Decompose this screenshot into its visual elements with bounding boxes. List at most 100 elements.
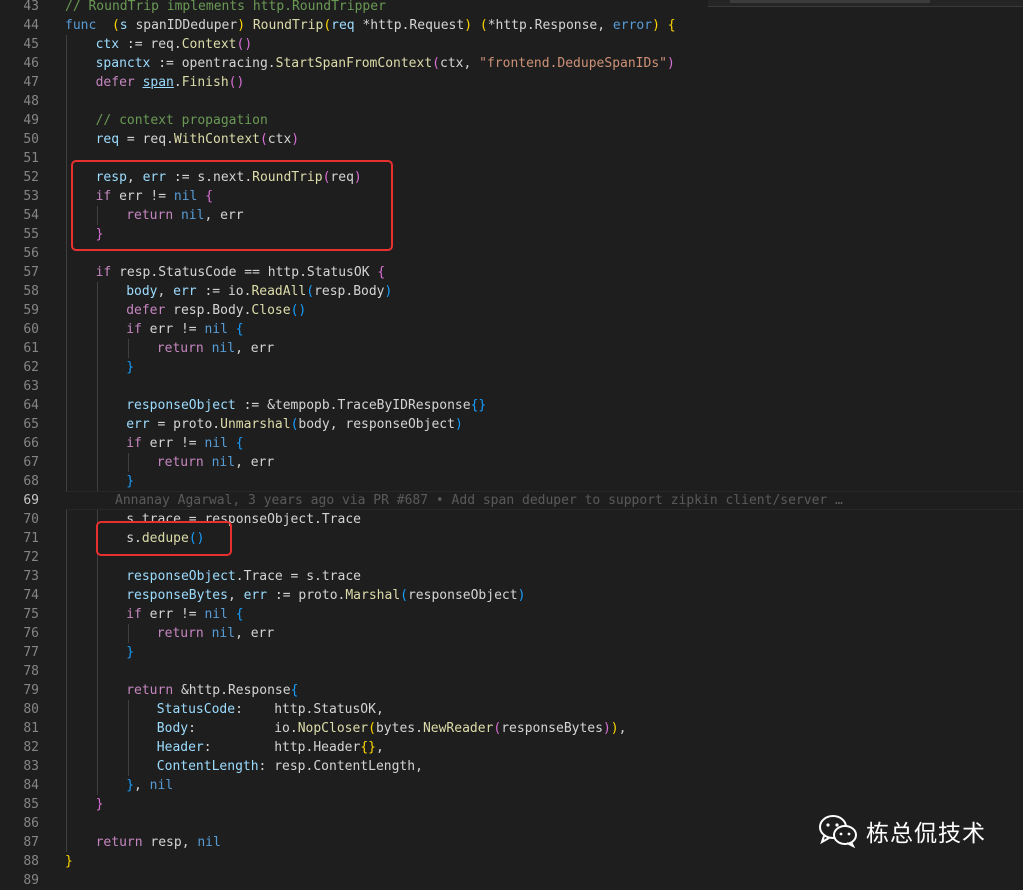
code-line[interactable]: 76 return nil, err xyxy=(0,624,1023,643)
code-line[interactable]: 45 ctx := req.Context() xyxy=(0,35,1023,54)
wechat-icon xyxy=(819,815,857,848)
line-number: 46 xyxy=(23,56,39,71)
code-line[interactable]: 67 return nil, err xyxy=(0,453,1023,472)
code-line[interactable]: 49 // context propagation xyxy=(0,111,1023,130)
line-number: 60 xyxy=(23,322,39,337)
code-line[interactable]: 83 ContentLength: resp.ContentLength, xyxy=(0,757,1023,776)
code-token: { xyxy=(235,607,244,622)
code-token: . xyxy=(173,75,182,90)
code-line[interactable]: 46 spanctx := opentracing.StartSpanFromCo… xyxy=(0,54,1023,73)
code-line[interactable]: 50 req = req.WithContext(ctx) xyxy=(0,130,1023,149)
code-token: nil xyxy=(211,455,236,470)
code-line[interactable]: 62} xyxy=(0,358,1023,377)
code-token: : io. xyxy=(188,721,298,736)
code-text: responseBytes, err := proto.Marshal(resp… xyxy=(126,586,525,605)
indent-guide xyxy=(66,510,67,529)
code-line[interactable]: 81 Body: io.NopCloser(bytes.NewReader(res… xyxy=(0,719,1023,738)
code-line[interactable]: 61 return nil, err xyxy=(0,339,1023,358)
code-token: } xyxy=(126,360,135,375)
indent-guide xyxy=(66,719,67,738)
code-line[interactable]: 43 // RoundTrip implements http.RoundTrip… xyxy=(0,0,1023,16)
line-number: 89 xyxy=(23,873,39,888)
code-line[interactable]: 65 err = proto.Unmarshal(body, responseOb… xyxy=(0,415,1023,434)
indent-guide xyxy=(66,681,67,700)
code-line[interactable]: 73 responseObject.Trace = s.trace xyxy=(0,567,1023,586)
code-line[interactable]: 66 if err != nil { xyxy=(0,434,1023,453)
code-line[interactable]: 79 return &http.Response{ xyxy=(0,681,1023,700)
code-token: , xyxy=(227,588,244,603)
indent-guide xyxy=(66,339,67,358)
code-text: body, err := io.ReadAll(resp.Body) xyxy=(126,282,392,301)
indent-guide xyxy=(66,738,67,757)
code-line[interactable]: 69 Annanay Agarwal, 3 years ago via PR #6… xyxy=(0,491,1023,510)
line-number: 83 xyxy=(23,759,39,774)
code-token: nil xyxy=(204,607,228,622)
code-token: nil xyxy=(197,835,221,850)
code-token: span xyxy=(95,56,127,71)
code-line[interactable]: 74 responseBytes, err := proto.Marshal(re… xyxy=(0,586,1023,605)
code-line[interactable]: 68} xyxy=(0,472,1023,491)
git-blame-annotation[interactable]: Annanay Agarwal, 3 years ago via PR #687… xyxy=(115,491,843,510)
code-line[interactable]: 60 if err != nil { xyxy=(0,320,1023,339)
line-number: 51 xyxy=(23,151,39,166)
indent-guide xyxy=(66,453,67,472)
line-number: 84 xyxy=(23,778,39,793)
line-number: 68 xyxy=(23,474,39,489)
highlight-box-dedupe-call xyxy=(96,521,232,556)
code-line[interactable]: 88} xyxy=(0,852,1023,871)
indent-guide xyxy=(97,377,98,396)
code-editor[interactable]: 43 // RoundTrip implements http.RoundTrip… xyxy=(0,0,1023,890)
code-line[interactable]: 47 defer span.Finish() xyxy=(0,73,1023,92)
indent-guide xyxy=(66,206,67,225)
code-token: responseBytes xyxy=(126,588,228,603)
code-line[interactable]: 89 xyxy=(0,871,1023,890)
code-token: = req. xyxy=(119,132,174,147)
code-token: err xyxy=(173,284,197,299)
code-token: Body xyxy=(156,721,189,736)
indent-guide xyxy=(97,358,98,377)
indent-guide xyxy=(66,662,67,681)
indent-guide xyxy=(66,529,67,548)
code-line[interactable]: 57 if resp.StatusCode == http.StatusOK { xyxy=(0,263,1023,282)
code-line[interactable]: 44 func (s spanIDDeduper) RoundTrip(req *… xyxy=(0,16,1023,35)
indent-guide xyxy=(66,548,67,567)
code-line[interactable]: 75 if err != nil { xyxy=(0,605,1023,624)
code-token: if xyxy=(126,436,142,451)
code-token: defer xyxy=(126,303,166,318)
code-line[interactable]: 84}, nil xyxy=(0,776,1023,795)
code-line[interactable]: 80 StatusCode: http.StatusOK, xyxy=(0,700,1023,719)
code-token: { xyxy=(290,683,299,698)
code-token: *http.Request xyxy=(354,18,465,33)
indent-guide xyxy=(66,833,67,852)
code-line[interactable]: 48 xyxy=(0,92,1023,111)
code-token: } xyxy=(126,778,135,793)
code-line[interactable]: 59 defer resp.Body.Close() xyxy=(0,301,1023,320)
code-token: ( xyxy=(400,588,408,603)
code-line[interactable]: 85} xyxy=(0,795,1023,814)
code-text: Body: io.NopCloser(bytes.NewReader(respo… xyxy=(157,719,627,738)
code-line[interactable]: 58 body, err := io.ReadAll(resp.Body) xyxy=(0,282,1023,301)
line-number: 63 xyxy=(23,379,39,394)
indent-guide xyxy=(97,453,98,472)
line-number: 81 xyxy=(23,721,39,736)
code-token: , err xyxy=(235,626,275,641)
code-line[interactable]: 78 xyxy=(0,662,1023,681)
code-token: ) xyxy=(610,721,619,736)
code-token: if xyxy=(95,265,112,280)
code-line[interactable]: 82 Header: http.Header{}, xyxy=(0,738,1023,757)
code-token: responseObject xyxy=(126,398,236,413)
code-token: ) xyxy=(464,18,473,33)
indent-guide xyxy=(97,301,98,320)
code-line[interactable]: 77} xyxy=(0,643,1023,662)
code-token: Marshal xyxy=(345,588,401,603)
code-text: ContentLength: resp.ContentLength, xyxy=(157,757,423,776)
code-line[interactable]: 64 responseObject := &tempopb.TraceByIDRe… xyxy=(0,396,1023,415)
code-token: , err xyxy=(235,455,275,470)
code-line[interactable]: 63 xyxy=(0,377,1023,396)
line-number: 64 xyxy=(23,398,39,413)
